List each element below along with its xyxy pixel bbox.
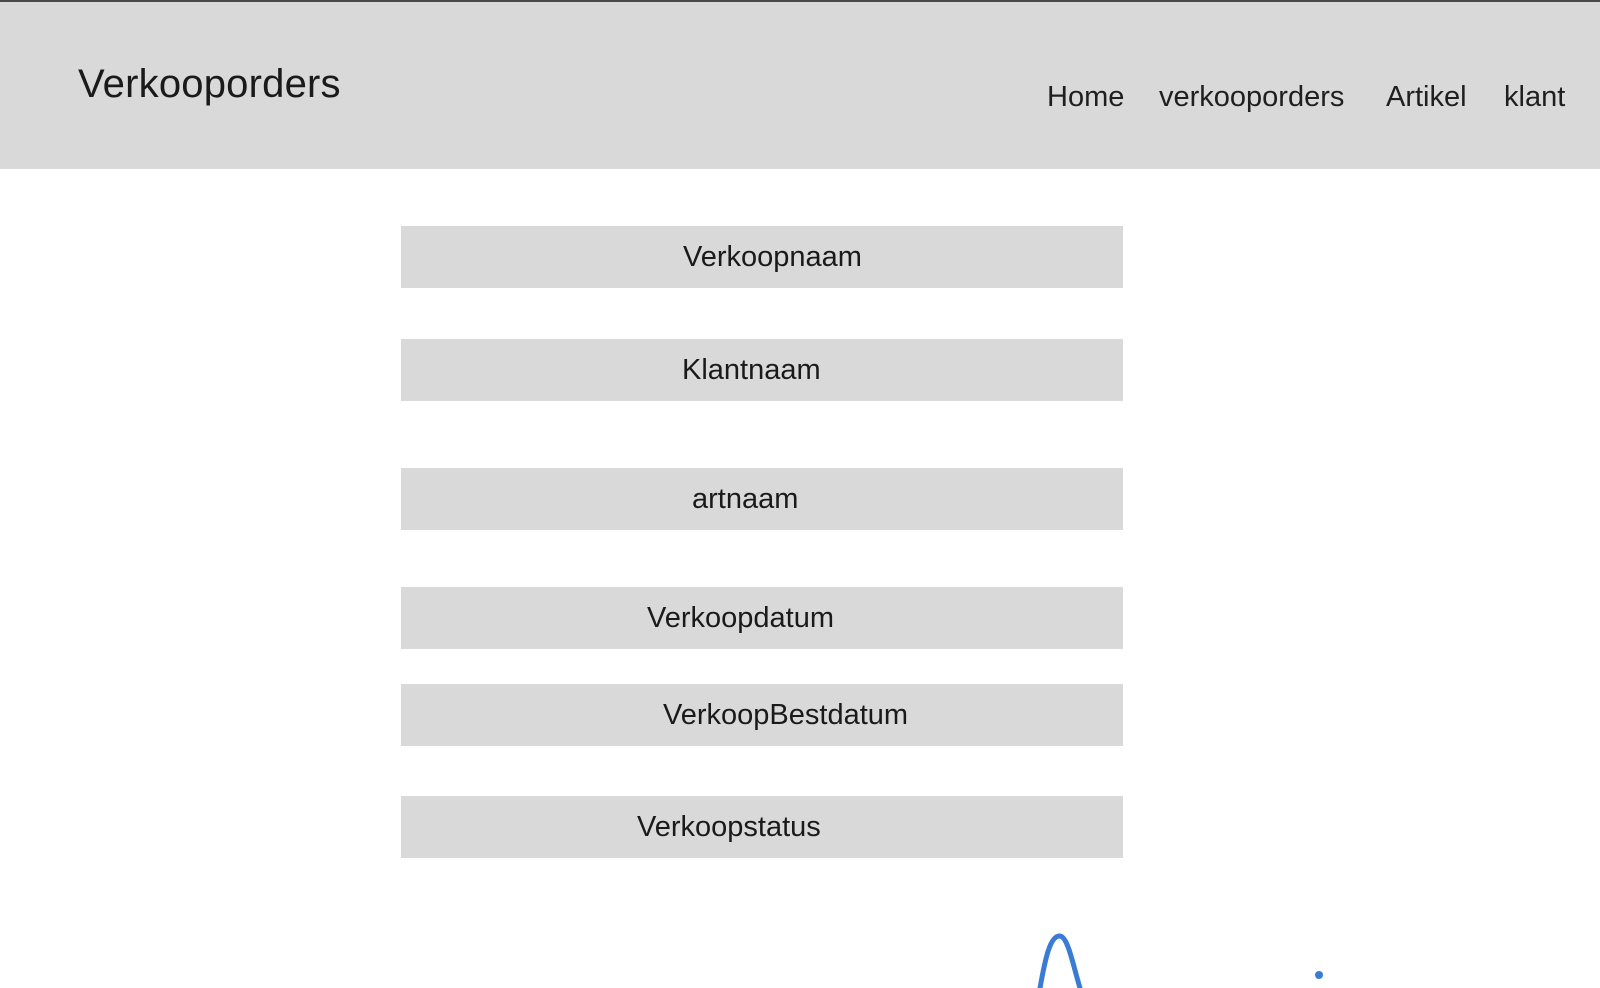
- top-navigation: Home verkooporders Artikel klant: [0, 81, 1600, 121]
- field-verkoopstatus[interactable]: Verkoopstatus: [401, 796, 1123, 858]
- pen-stroke-arch: [1037, 933, 1083, 988]
- field-klantnaam[interactable]: Klantnaam: [401, 339, 1123, 401]
- field-label: Verkoopnaam: [683, 241, 862, 273]
- nav-item-verkooporders[interactable]: verkooporders: [1159, 81, 1344, 114]
- field-verkoopdatum[interactable]: Verkoopdatum: [401, 587, 1123, 649]
- field-label: Verkoopstatus: [637, 811, 821, 843]
- pen-dot: [1315, 971, 1323, 979]
- field-label: VerkoopBestdatum: [663, 699, 909, 731]
- field-label: artnaam: [692, 483, 799, 515]
- page: Verkooporders Home verkooporders Artikel…: [0, 0, 1600, 988]
- field-artnaam[interactable]: artnaam: [401, 468, 1123, 530]
- field-verkoopnaam[interactable]: Verkoopnaam: [401, 226, 1123, 288]
- field-label: Klantnaam: [682, 354, 821, 386]
- field-label: Verkoopdatum: [647, 602, 835, 634]
- pen-scribble-sketch: [1037, 933, 1323, 988]
- field-verkoopbestdatum[interactable]: VerkoopBestdatum: [401, 684, 1123, 746]
- nav-item-klant[interactable]: klant: [1504, 81, 1565, 114]
- nav-item-artikel[interactable]: Artikel: [1386, 81, 1467, 114]
- nav-item-home[interactable]: Home: [1047, 81, 1124, 114]
- header-bar: Verkooporders Home verkooporders Artikel…: [0, 2, 1600, 169]
